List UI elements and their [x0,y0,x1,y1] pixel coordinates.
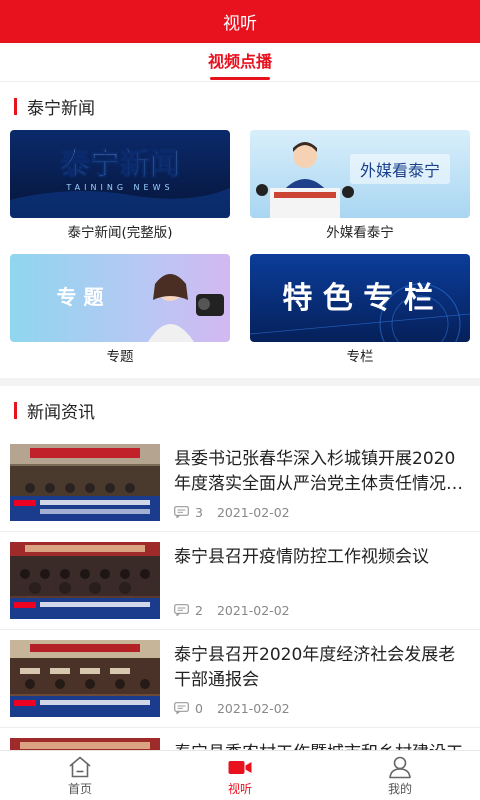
nav-item-profile[interactable]: 我的 [320,751,480,800]
comment-icon [174,604,189,616]
top-bar: 视听 [0,0,480,43]
video-thumbnail: 特 色 专 栏 [250,254,470,342]
news-meta: 3 2021-02-02 [174,503,468,521]
video-category-grid: 泰宁新闻 TAINING NEWS 泰宁新闻(完整版) 外媒看泰宁 外媒看泰宁 … [0,130,480,378]
news-body: 县委书记张春华深入杉城镇开展2020年度落实全面从严治党主体责任情况检查 3 2… [160,444,468,521]
video-card-foreign-media[interactable]: 外媒看泰宁 外媒看泰宁 [250,130,470,254]
section-header-news: 新闻资讯 [0,386,480,434]
tab-label: 视频点播 [207,52,272,71]
thumb-title-text: 外媒看泰宁 [360,161,440,180]
active-tab-indicator [209,77,270,80]
news-thumbnail [10,542,160,619]
comment-count: 0 [195,700,203,716]
news-title: 泰宁县召开2020年度经济社会发展老干部通报会 [174,645,456,690]
news-body: 泰宁县召开2020年度经济社会发展老干部通报会 0 2021-02-02 [160,640,468,717]
news-body: 泰宁县委农村工作暨城市和乡村建设工作会议召开 [160,738,468,750]
section-header-video: 泰宁新闻 [0,82,480,130]
comment-count: 2 [195,602,203,618]
news-title: 泰宁县委农村工作暨城市和乡村建设工作会议召开 [174,741,468,750]
video-icon [228,760,252,774]
app-screen: 视听 视频点播 泰宁新闻 泰宁新闻 TAINING NEWS 泰宁新闻(完整版)… [0,0,480,800]
video-thumbnail: 泰宁新闻 TAINING NEWS [10,130,230,218]
video-thumbnail: 外媒看泰宁 [250,130,470,218]
news-title: 泰宁县召开疫情防控工作视频会议 [174,547,429,567]
bottom-navigation: 首页 视听 我的 [0,750,480,800]
comment-count: 3 [195,504,203,520]
nav-item-home[interactable]: 首页 [0,751,160,800]
page-title: 视听 [223,14,257,34]
news-thumbnail [10,640,160,717]
tab-video-on-demand[interactable]: 视频点播 [202,43,278,82]
news-date: 2021-02-02 [216,602,290,618]
section-marker [14,97,17,115]
video-card-caption: 专栏 [346,349,374,365]
video-card-news-full[interactable]: 泰宁新闻 TAINING NEWS 泰宁新闻(完整版) [10,130,230,254]
news-title: 县委书记张春华深入杉城镇开展2020年度落实全面从严治党主体责任情况检查 [174,449,463,494]
news-date: 2021-02-02 [216,700,290,716]
news-body: 泰宁县召开疫情防控工作视频会议 2 2021-02-02 [160,542,468,619]
section-separator [0,378,480,386]
news-list-item[interactable]: 县委书记张春华深入杉城镇开展2020年度落实全面从严治党主体责任情况检查 3 2… [0,434,480,532]
news-list-item[interactable]: 泰宁县召开2020年度经济社会发展老干部通报会 0 2021-02-02 [0,630,480,728]
video-card-caption: 外媒看泰宁 [326,225,394,241]
news-thumbnail [10,738,160,750]
news-meta: 2 2021-02-02 [174,601,468,619]
news-list-item[interactable]: 泰宁县召开疫情防控工作视频会议 2 2021-02-02 [0,532,480,630]
section-marker [14,401,17,419]
news-list: 县委书记张春华深入杉城镇开展2020年度落实全面从严治党主体责任情况检查 3 2… [0,434,480,750]
news-thumbnail [10,444,160,521]
thumb-title-text: 专 题 [57,285,105,309]
section-title: 新闻资讯 [27,402,95,423]
section-title: 泰宁新闻 [27,98,95,119]
home-icon [69,756,91,777]
thumb-subtitle-text: TAINING NEWS [65,183,173,192]
video-thumbnail: 专 题 [10,254,230,342]
video-card-caption: 专题 [106,349,134,365]
user-icon [389,756,411,778]
thumb-title-text: 特 色 专 栏 [282,281,433,316]
news-list-item[interactable]: 泰宁县委农村工作暨城市和乡村建设工作会议召开 [0,728,480,750]
nav-label: 视听 [227,781,252,796]
comment-icon [174,506,189,518]
news-date: 2021-02-02 [216,504,290,520]
nav-label: 我的 [387,781,412,796]
thumb-title-text: 泰宁新闻 [60,147,180,182]
nav-item-video[interactable]: 视听 [160,751,320,800]
news-meta: 0 2021-02-02 [174,699,468,717]
content-scroll[interactable]: 泰宁新闻 泰宁新闻 TAINING NEWS 泰宁新闻(完整版) 外媒看泰宁 外… [0,82,480,750]
nav-label: 首页 [67,781,92,796]
tab-bar: 视频点播 [0,43,480,82]
comment-icon [174,702,189,714]
video-card-column[interactable]: 特 色 专 栏 专栏 [250,254,470,378]
video-card-special-topic[interactable]: 专 题 专题 [10,254,230,378]
video-card-caption: 泰宁新闻(完整版) [67,225,173,241]
